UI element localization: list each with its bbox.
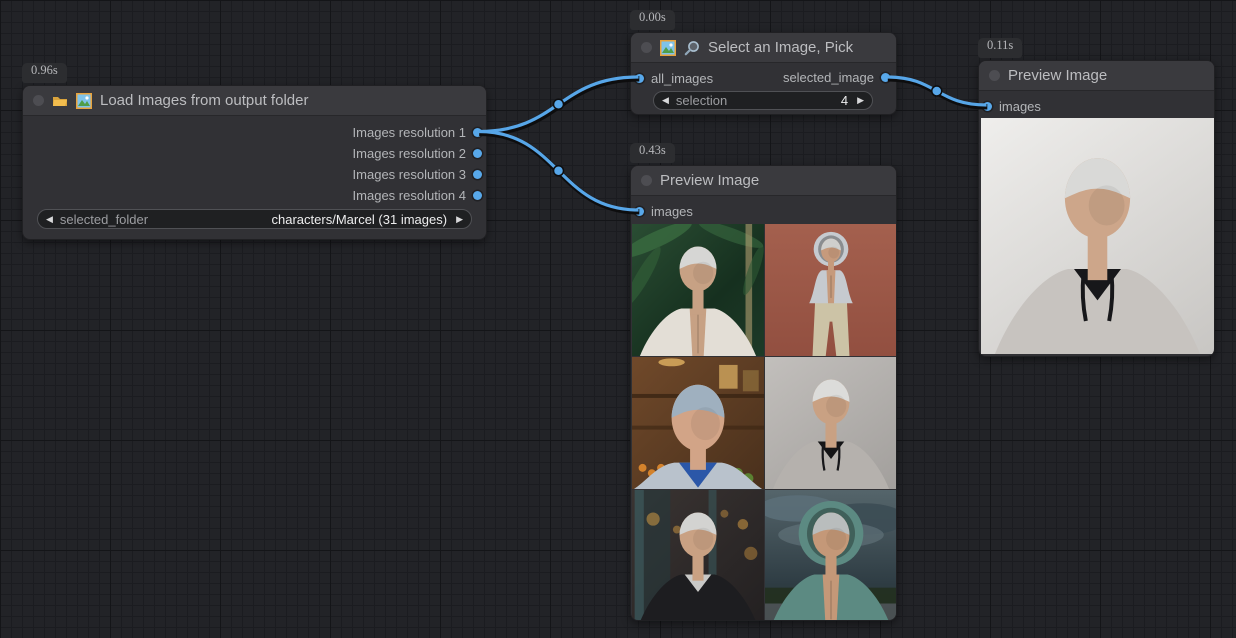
generated-portrait	[632, 224, 764, 356]
output-connector-dot[interactable]	[473, 149, 482, 158]
link-resolution1-to-all_images[interactable]	[479, 77, 639, 132]
generated-portrait	[632, 490, 764, 621]
generated-portrait	[632, 357, 764, 489]
widget-right-arrow-icon[interactable]: ▶	[857, 96, 864, 105]
output-slot-label: Images resolution 1	[353, 125, 466, 140]
output-connector-dot[interactable]	[473, 191, 482, 200]
output-slot-label: Images resolution 2	[353, 146, 466, 161]
execution-time-badge: 0.11s	[978, 38, 1022, 58]
link-midpoint-dot[interactable]	[554, 99, 564, 109]
collapse-dot[interactable]	[989, 70, 1000, 81]
link-shadow	[479, 79, 639, 134]
output-slot-selected-image: selected_image	[783, 67, 896, 88]
input-slot-images: images	[631, 200, 896, 222]
preview-image-2[interactable]	[765, 224, 897, 356]
widget-label: selected_folder	[60, 212, 148, 227]
input-slot-label: all_images	[651, 71, 713, 86]
node-title: Select an Image, Pick	[708, 39, 853, 56]
output-slot-resolution-1: Images resolution 1	[23, 122, 486, 143]
input-slot-all-images: all_images	[631, 67, 713, 89]
node-title-bar[interactable]: Load Images from output folder	[23, 86, 486, 116]
output-slot-resolution-4: Images resolution 4	[23, 185, 486, 206]
input-slot-images: images	[979, 95, 1214, 117]
generated-portrait	[981, 118, 1214, 354]
link-shadow	[479, 133, 639, 212]
preview-image-4[interactable]	[765, 357, 897, 489]
output-connector-dot[interactable]	[881, 73, 890, 82]
node-title-bar[interactable]: Preview Image	[979, 61, 1214, 91]
output-slot-resolution-2: Images resolution 2	[23, 143, 486, 164]
node-preview-image-single[interactable]: 0.11s Preview Image images	[978, 60, 1215, 357]
preview-image-5[interactable]	[632, 490, 764, 621]
widget-left-arrow-icon[interactable]: ◀	[46, 215, 53, 224]
execution-time-badge: 0.96s	[22, 63, 67, 83]
node-title: Preview Image	[1008, 67, 1107, 84]
node-title-bar[interactable]: Preview Image	[631, 166, 896, 196]
output-connector-dot[interactable]	[473, 170, 482, 179]
node-title: Preview Image	[660, 172, 759, 189]
image-icon	[660, 40, 676, 56]
execution-time-badge: 0.43s	[630, 143, 675, 163]
collapse-dot[interactable]	[641, 175, 652, 186]
preview-image-grid	[632, 224, 897, 621]
generated-portrait	[765, 357, 897, 489]
widget-value: characters/Marcel (31 images)	[272, 212, 448, 227]
preview-image-6[interactable]	[765, 490, 897, 621]
output-connector-dot[interactable]	[473, 128, 482, 137]
node-graph-canvas[interactable]: 0.96s Load Images from output folder Ima…	[0, 0, 1236, 638]
node-load-images[interactable]: 0.96s Load Images from output folder Ima…	[22, 85, 487, 240]
link-selected_image-to-preview-single-images[interactable]	[887, 77, 987, 105]
input-connector-dot[interactable]	[635, 207, 644, 216]
output-slot-label: selected_image	[783, 70, 874, 85]
link-shadow	[888, 79, 988, 107]
collapse-dot[interactable]	[33, 95, 44, 106]
execution-time-badge: 0.00s	[630, 10, 675, 30]
preview-image-selected[interactable]	[981, 118, 1214, 354]
widget-value: 4	[841, 93, 848, 108]
output-slot-label: Images resolution 3	[353, 167, 466, 182]
selected-folder-widget[interactable]: ◀ selected_folder characters/Marcel (31 …	[37, 209, 472, 229]
preview-image-3[interactable]	[632, 357, 764, 489]
preview-image-1[interactable]	[632, 224, 764, 356]
magnifier-icon	[684, 40, 700, 56]
generated-portrait	[765, 224, 897, 356]
output-slot-resolution-3: Images resolution 3	[23, 164, 486, 185]
collapse-dot[interactable]	[641, 42, 652, 53]
output-slot-label: Images resolution 4	[353, 188, 466, 203]
node-title: Load Images from output folder	[100, 92, 308, 109]
widget-label: selection	[676, 93, 727, 108]
generated-portrait	[765, 490, 897, 621]
selection-widget[interactable]: ◀ selection 4 ▶	[653, 91, 873, 110]
link-midpoint-dot[interactable]	[554, 166, 564, 176]
open-folder-icon	[52, 93, 68, 109]
input-slot-label: images	[651, 204, 693, 219]
input-connector-dot[interactable]	[983, 102, 992, 111]
node-title-bar[interactable]: Select an Image, Pick	[631, 33, 896, 63]
node-select-image[interactable]: 0.00s Select an Image, Pick all_imag	[630, 32, 897, 115]
node-preview-image-grid[interactable]: 0.43s Preview Image images	[630, 165, 897, 621]
input-connector-dot[interactable]	[635, 74, 644, 83]
input-slot-label: images	[999, 99, 1041, 114]
image-icon	[76, 93, 92, 109]
widget-right-arrow-icon[interactable]: ▶	[456, 215, 463, 224]
link-midpoint-dot[interactable]	[932, 86, 942, 96]
link-resolution1-to-preview-grid-images[interactable]	[479, 132, 639, 211]
widget-left-arrow-icon[interactable]: ◀	[662, 96, 669, 105]
